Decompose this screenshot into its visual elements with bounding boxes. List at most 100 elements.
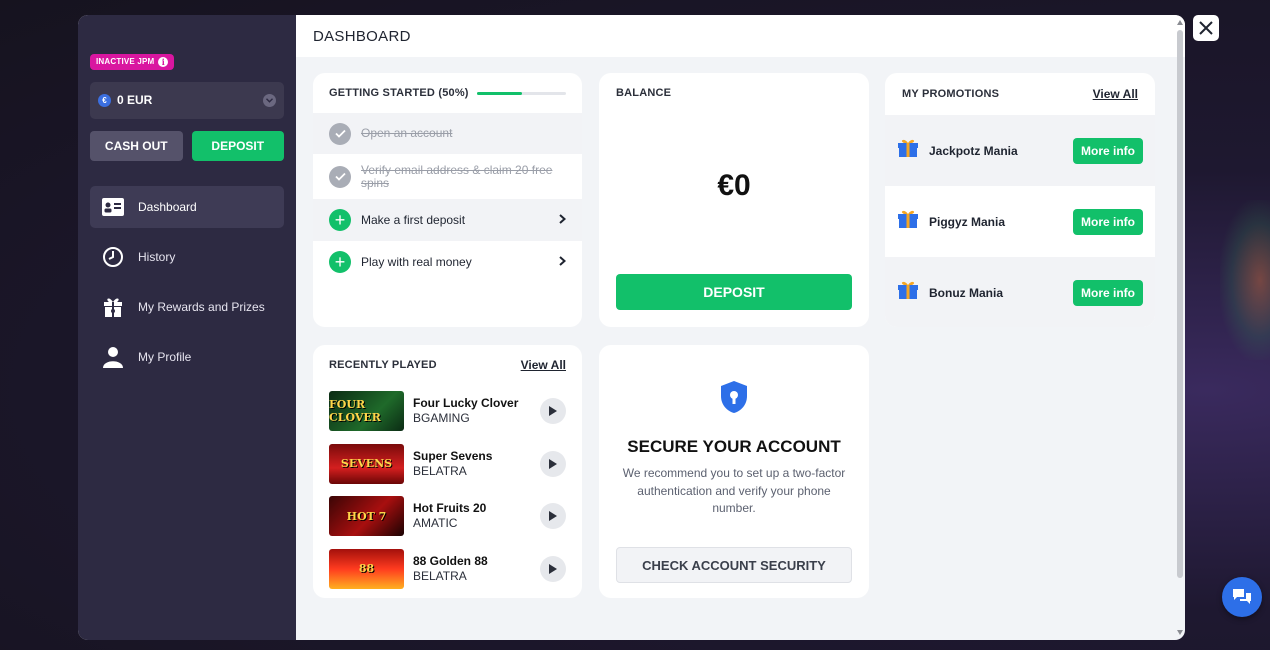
step-label: Verify email address & claim 20 free spi… bbox=[361, 162, 553, 190]
more-info-button[interactable]: More info bbox=[1073, 279, 1143, 306]
sidebar-item-dashboard[interactable]: Dashboard bbox=[90, 185, 284, 228]
game-thumbnail[interactable]: 88 bbox=[329, 548, 404, 589]
game-thumbnail[interactable]: HOT 7 bbox=[329, 496, 404, 537]
chat-bubbles-icon bbox=[1233, 589, 1251, 604]
chevron-right-icon bbox=[559, 213, 567, 227]
jpm-badge-label: INACTIVE JPM bbox=[96, 57, 155, 66]
sidebar-item-label: History bbox=[138, 249, 176, 264]
secure-account-title: SECURE YOUR ACCOUNT bbox=[627, 437, 841, 456]
chevron-right-icon bbox=[559, 255, 567, 269]
game-item[interactable]: SEVENS Super Sevens BELATRA bbox=[313, 438, 582, 491]
scrollbar[interactable] bbox=[1177, 20, 1183, 635]
main-content: DASHBOARD GETTING STARTED (50%) Open an … bbox=[296, 15, 1185, 640]
promotions-card: MY PROMOTIONS View All Jackpotz Mania Mo… bbox=[885, 73, 1155, 327]
play-icon[interactable] bbox=[540, 555, 566, 582]
chevron-down-icon bbox=[263, 93, 276, 107]
promotion-item: Bonuz Mania More info bbox=[885, 257, 1155, 327]
sidebar-item-rewards[interactable]: My Rewards and Prizes bbox=[90, 286, 284, 328]
scrollbar-thumb[interactable] bbox=[1177, 30, 1183, 578]
secure-account-text: We recommend you to set up a two-factor … bbox=[622, 466, 846, 515]
promotion-name: Piggyz Mania bbox=[929, 214, 1006, 229]
jpm-status-badge[interactable]: INACTIVE JPM i bbox=[90, 53, 175, 70]
play-icon[interactable] bbox=[540, 503, 566, 530]
cash-out-button[interactable]: CASH OUT bbox=[90, 130, 183, 161]
game-item[interactable]: 88 88 Golden 88 BELATRA bbox=[313, 543, 582, 596]
scroll-down-icon[interactable] bbox=[1177, 630, 1183, 635]
sidebar: INACTIVE JPM i € 0 EUR CASH OUT DEPOSIT … bbox=[78, 15, 296, 640]
account-modal: INACTIVE JPM i € 0 EUR CASH OUT DEPOSIT … bbox=[78, 15, 1185, 640]
game-title: Four Lucky Clover bbox=[413, 396, 519, 411]
more-info-button[interactable]: More info bbox=[1073, 137, 1143, 164]
game-thumbnail[interactable]: FOUR CLOVER bbox=[329, 391, 404, 432]
game-item[interactable]: FOUR CLOVER Four Lucky Clover BGAMING bbox=[313, 385, 582, 438]
balance-title: BALANCE bbox=[616, 87, 672, 99]
close-button[interactable] bbox=[1193, 15, 1219, 41]
promotion-item: Jackpotz Mania More info bbox=[885, 115, 1155, 186]
game-title: Super Sevens bbox=[413, 448, 493, 463]
sidebar-item-label: My Profile bbox=[138, 349, 192, 364]
info-icon: i bbox=[158, 56, 169, 67]
promotions-view-all-link[interactable]: View All bbox=[1093, 87, 1138, 101]
game-provider: AMATIC bbox=[413, 516, 458, 531]
sidebar-nav: Dashboard History My Rewards and Prizes … bbox=[90, 185, 284, 378]
getting-started-title: GETTING STARTED (50%) bbox=[329, 87, 469, 99]
game-title: Hot Fruits 20 bbox=[413, 501, 487, 516]
step-label: Open an account bbox=[361, 126, 453, 140]
progress-fill bbox=[477, 91, 522, 95]
check-account-security-button[interactable]: CHECK ACCOUNT SECURITY bbox=[616, 547, 852, 583]
recently-played-title: RECENTLY PLAYED bbox=[329, 359, 437, 371]
play-icon[interactable] bbox=[540, 398, 566, 425]
step-play-real-money[interactable]: + Play with real money bbox=[313, 241, 582, 283]
gift-icon bbox=[897, 280, 919, 305]
getting-started-progress bbox=[477, 91, 566, 95]
play-icon[interactable] bbox=[540, 450, 566, 477]
check-icon bbox=[329, 165, 351, 188]
currency-balance-select[interactable]: € 0 EUR bbox=[90, 81, 284, 119]
gift-icon bbox=[897, 209, 919, 234]
euro-coin-icon: € bbox=[98, 93, 111, 107]
promotion-item: Piggyz Mania More info bbox=[885, 186, 1155, 257]
sidebar-deposit-button[interactable]: DEPOSIT bbox=[191, 130, 284, 161]
balance-card: BALANCE €0 DEPOSIT bbox=[599, 73, 869, 327]
plus-icon: + bbox=[329, 251, 351, 273]
promotion-name: Bonuz Mania bbox=[929, 285, 1003, 300]
recently-played-view-all-link[interactable]: View All bbox=[521, 358, 566, 372]
close-icon bbox=[1199, 21, 1213, 35]
recently-played-card: RECENTLY PLAYED View All FOUR CLOVER Fou… bbox=[313, 345, 582, 598]
balance-amount: 0 EUR bbox=[117, 93, 153, 107]
getting-started-card: GETTING STARTED (50%) Open an account Ve… bbox=[313, 73, 582, 327]
shield-lock-icon bbox=[720, 380, 748, 419]
page-title: DASHBOARD bbox=[296, 15, 1185, 57]
user-icon bbox=[102, 346, 124, 368]
clock-icon bbox=[102, 246, 124, 268]
gift-box-icon bbox=[102, 296, 124, 318]
game-thumbnail[interactable]: SEVENS bbox=[329, 443, 404, 484]
step-label: Make a first deposit bbox=[361, 212, 466, 227]
game-provider: BELATRA bbox=[413, 463, 467, 478]
step-verify-email: Verify email address & claim 20 free spi… bbox=[313, 154, 582, 199]
dashboard-card-icon bbox=[102, 196, 124, 218]
sidebar-item-history[interactable]: History bbox=[90, 236, 284, 278]
sidebar-item-label: My Rewards and Prizes bbox=[138, 299, 265, 314]
game-item[interactable]: HOT 7 Hot Fruits 20 AMATIC bbox=[313, 490, 582, 543]
background-glow bbox=[1220, 200, 1270, 360]
step-first-deposit[interactable]: + Make a first deposit bbox=[313, 199, 582, 241]
plus-icon: + bbox=[329, 209, 351, 231]
secure-account-card: SECURE YOUR ACCOUNT We recommend you to … bbox=[599, 345, 869, 598]
scroll-up-icon[interactable] bbox=[1177, 20, 1183, 25]
chat-button[interactable] bbox=[1222, 577, 1262, 617]
more-info-button[interactable]: More info bbox=[1073, 208, 1143, 235]
game-provider: BGAMING bbox=[413, 411, 470, 426]
step-open-account: Open an account bbox=[313, 113, 582, 154]
game-title: 88 Golden 88 bbox=[413, 553, 488, 568]
step-label: Play with real money bbox=[361, 254, 472, 269]
sidebar-item-label: Dashboard bbox=[138, 199, 197, 214]
deposit-button[interactable]: DEPOSIT bbox=[616, 274, 852, 310]
promotions-title: MY PROMOTIONS bbox=[902, 88, 1000, 100]
balance-value: €0 bbox=[717, 169, 751, 202]
promotion-name: Jackpotz Mania bbox=[929, 143, 1018, 158]
game-provider: BELATRA bbox=[413, 568, 467, 583]
sidebar-item-profile[interactable]: My Profile bbox=[90, 336, 284, 378]
check-icon bbox=[329, 122, 351, 145]
gift-icon bbox=[897, 138, 919, 163]
